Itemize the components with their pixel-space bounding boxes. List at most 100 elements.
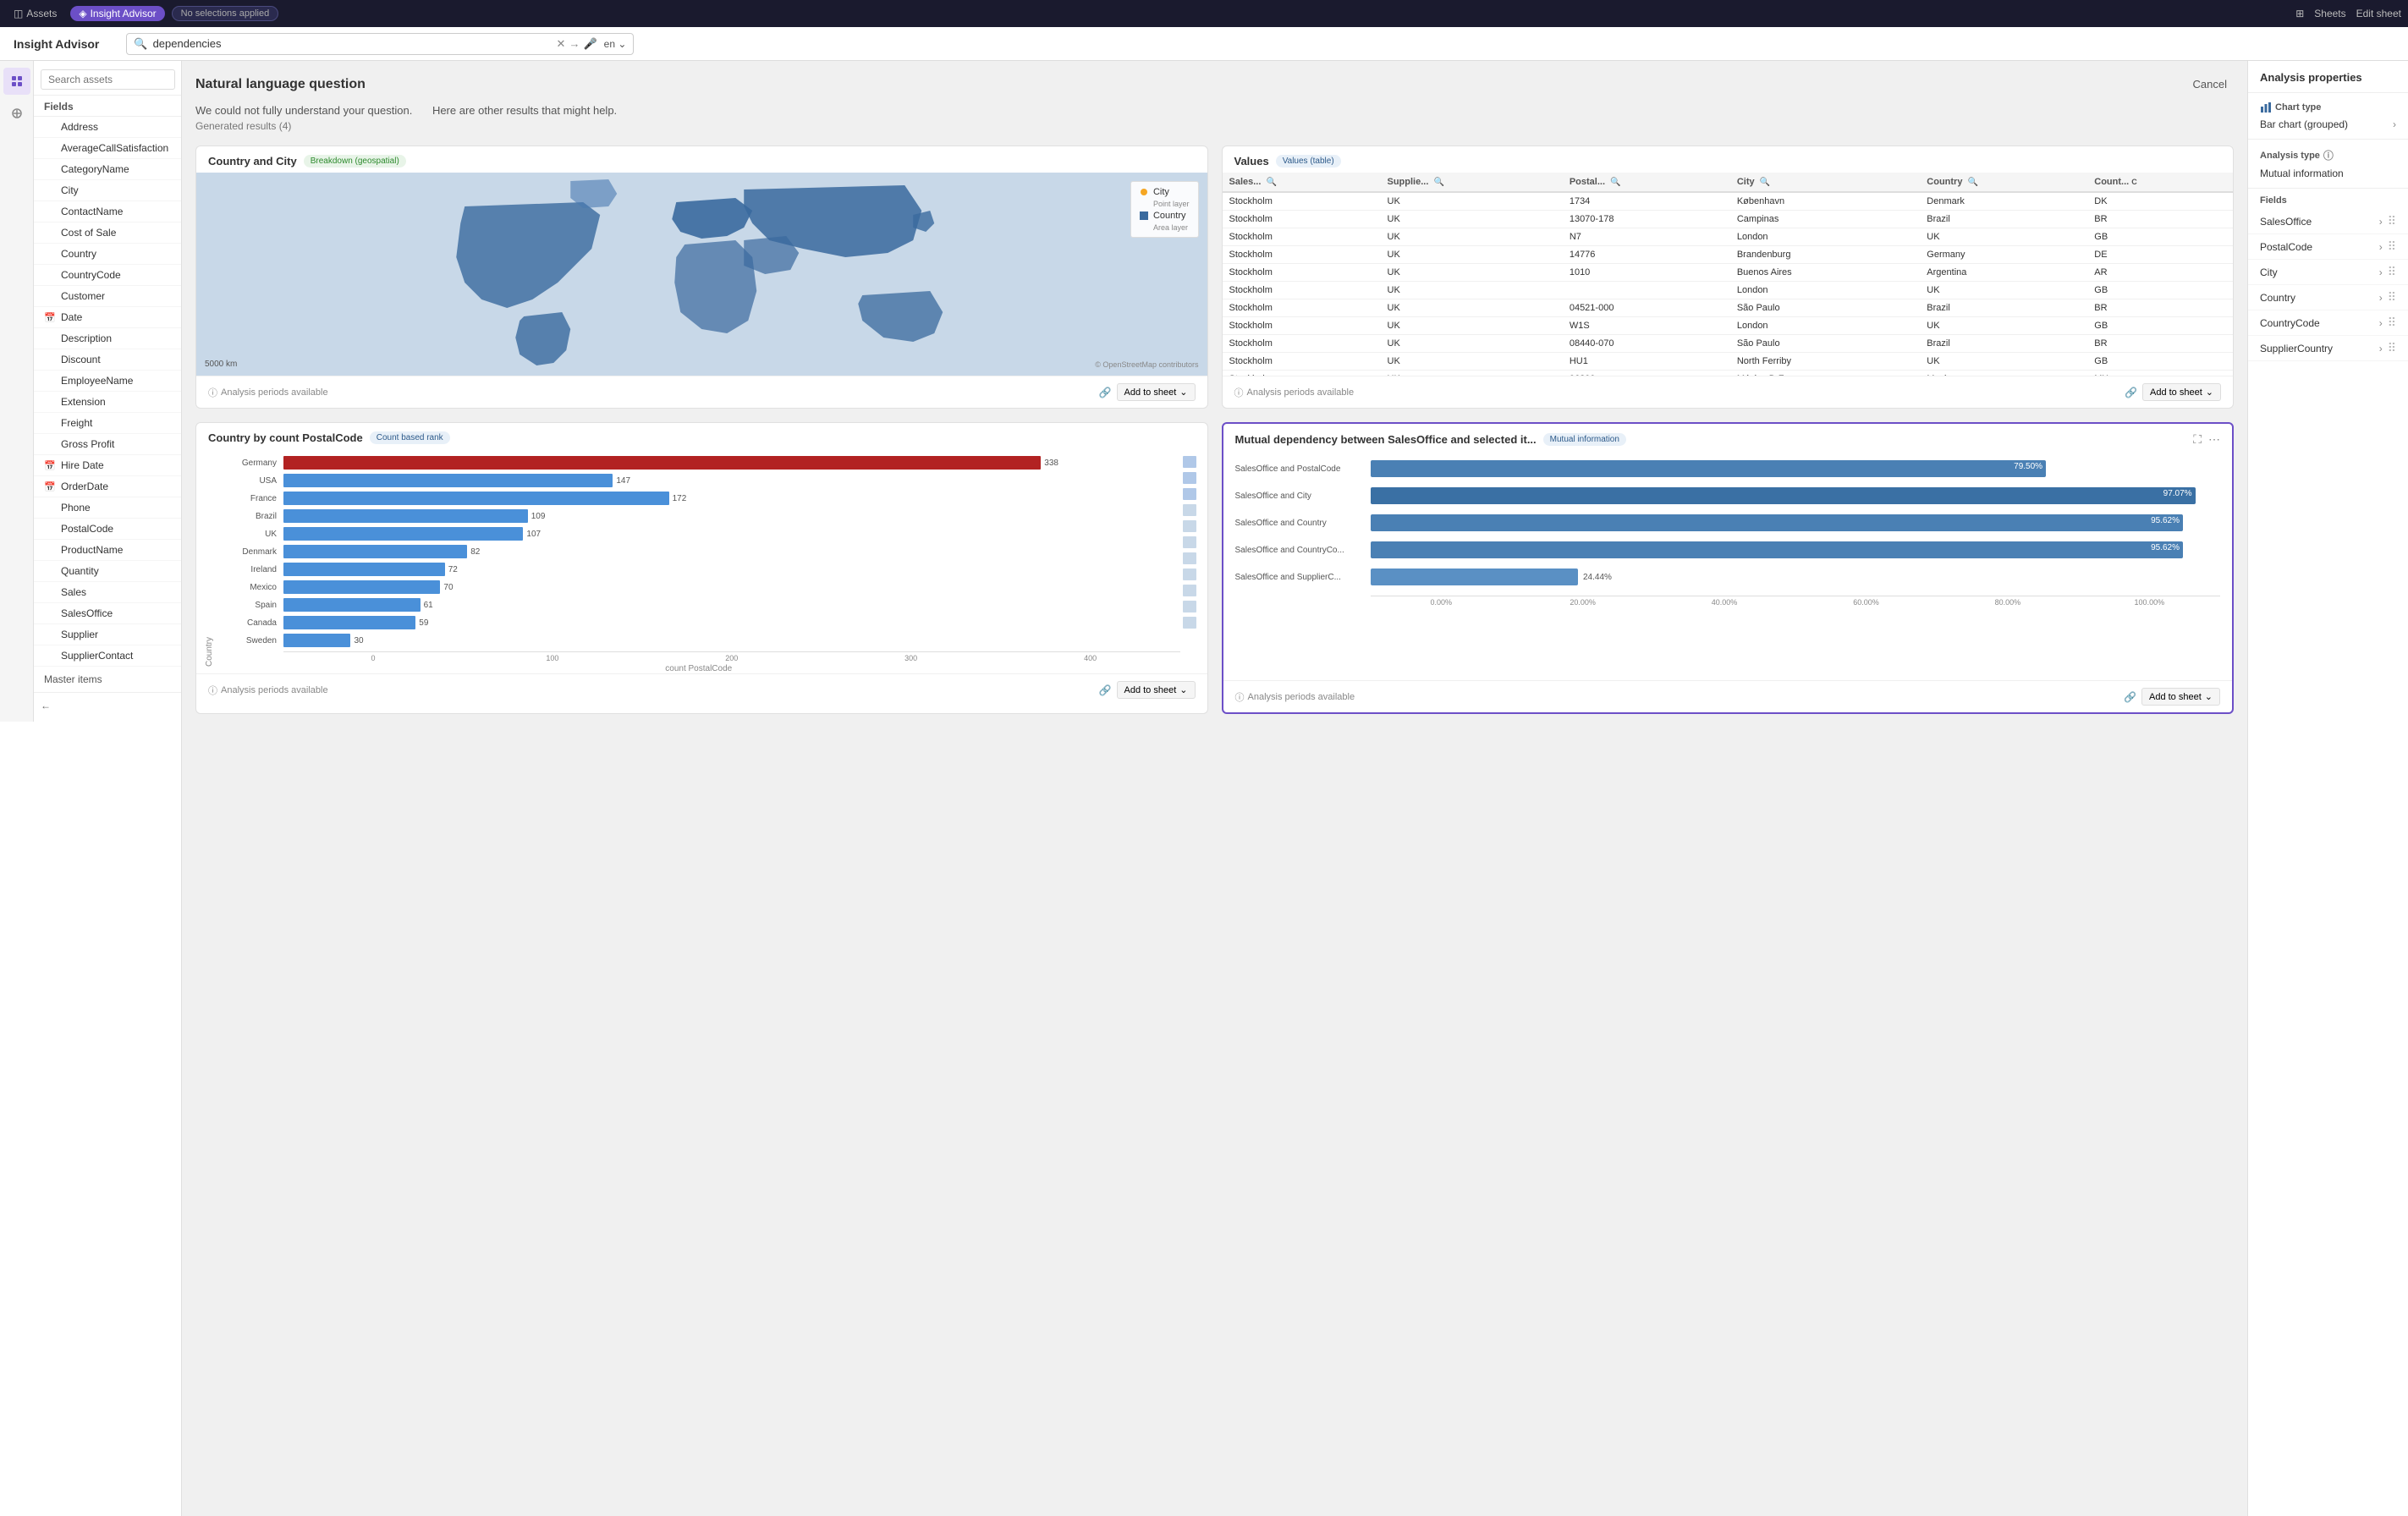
right-field-item-salesoffice[interactable]: SalesOffice › ⠿ [2248, 209, 2408, 234]
field-item-categoryname[interactable]: CategoryName [34, 159, 182, 180]
field-item-discount[interactable]: Discount [34, 349, 182, 371]
edit-sheet-label[interactable]: Edit sheet [2356, 8, 2401, 19]
sheets-label[interactable]: Sheets [2314, 8, 2345, 19]
drag-handle[interactable]: ⠿ [2388, 316, 2396, 330]
field-item-averagecallsatisfaction[interactable]: AverageCallSatisfaction [34, 138, 182, 159]
right-field-item-countrycode[interactable]: CountryCode › ⠿ [2248, 310, 2408, 336]
field-item-grossprofit[interactable]: Gross Profit [34, 434, 182, 455]
bar-wrap: 59 [283, 616, 1180, 629]
bar-wrap: 338 [283, 456, 1180, 470]
right-field-item-city[interactable]: City › ⠿ [2248, 260, 2408, 285]
bar-wrap: 72 [283, 563, 1180, 576]
field-item-supplier[interactable]: Supplier [34, 624, 182, 645]
close-icon[interactable]: ✕ [557, 37, 566, 51]
fields-icon[interactable] [3, 68, 30, 95]
field-label: Freight [61, 417, 92, 429]
field-label: OrderDate [61, 481, 108, 492]
drag-handle[interactable]: ⠿ [2388, 239, 2396, 254]
col-city: City 🔍 [1730, 173, 1920, 192]
mic-icon[interactable]: 🎤 [583, 37, 597, 51]
field-chevron[interactable]: › [2379, 292, 2383, 304]
language-selector[interactable]: en ⌄ [604, 38, 627, 50]
master-items-link[interactable]: Master items [34, 667, 182, 692]
right-field-item-suppliercountry[interactable]: SupplierCountry › ⠿ [2248, 336, 2408, 361]
sidebar-collapse[interactable]: ← [34, 692, 182, 718]
field-item-suppliercontact[interactable]: SupplierContact [34, 645, 182, 667]
search-assets-input[interactable] [41, 69, 175, 90]
field-item-customer[interactable]: Customer [34, 286, 182, 307]
field-item-hiredate[interactable]: 📅Hire Date [34, 455, 182, 476]
bar-value: 30 [354, 636, 363, 645]
bar-value: 72 [448, 565, 458, 574]
right-field-label: CountryCode [2260, 317, 2320, 329]
field-chevron[interactable]: › [2379, 317, 2383, 329]
field-item-city[interactable]: City [34, 180, 182, 201]
field-item-contactname[interactable]: ContactName [34, 201, 182, 222]
field-item-productname[interactable]: ProductName [34, 540, 182, 561]
field-item-phone[interactable]: Phone [34, 497, 182, 519]
field-item-description[interactable]: Description [34, 328, 182, 349]
mutual-value: 95.62% [2151, 543, 2180, 552]
search-input[interactable] [153, 37, 557, 50]
field-item-postalcode[interactable]: PostalCode [34, 519, 182, 540]
field-item-countrycode[interactable]: CountryCode [34, 265, 182, 286]
field-chevron[interactable]: › [2379, 266, 2383, 278]
mutual-bar: 95.62% [1371, 541, 2184, 558]
mini-bar [1183, 601, 1196, 612]
link-icon-mutual[interactable]: 🔗 [2124, 691, 2136, 703]
master-items-icon[interactable] [3, 100, 30, 127]
field-item-extension[interactable]: Extension [34, 392, 182, 413]
assets-nav-item[interactable]: ◫ Assets [7, 4, 63, 23]
field-item-employeename[interactable]: EmployeeName [34, 371, 182, 392]
mutual-bar-wrap: 95.62% [1371, 514, 2221, 531]
values-table-container[interactable]: Sales... 🔍 Supplie... 🔍 Postal... 🔍 City… [1223, 173, 2234, 376]
mini-bar [1183, 520, 1196, 532]
right-field-item-country[interactable]: Country › ⠿ [2248, 285, 2408, 310]
col-countrycode: Count... C [2087, 173, 2233, 192]
insight-advisor-nav-item[interactable]: ◈ Insight Advisor [70, 6, 164, 21]
field-item-salesoffice[interactable]: SalesOffice [34, 603, 182, 624]
chart-expand-btn[interactable]: ⛶ [2193, 432, 2202, 447]
values-table-head: Sales... 🔍 Supplie... 🔍 Postal... 🔍 City… [1223, 173, 2234, 192]
add-to-sheet-btn-map[interactable]: Add to sheet ⌄ [1117, 383, 1196, 401]
map-container[interactable]: City Point layer Country Area layer [196, 173, 1207, 376]
field-label: CountryCode [61, 269, 121, 281]
chart-header-mutual: Mutual dependency between SalesOffice an… [1223, 424, 2233, 452]
field-chevron[interactable]: › [2379, 241, 2383, 253]
add-to-sheet-btn-bar[interactable]: Add to sheet ⌄ [1117, 681, 1196, 699]
search-assets [34, 64, 182, 96]
add-to-sheet-btn-values[interactable]: Add to sheet ⌄ [2142, 383, 2221, 401]
field-item-costofsale[interactable]: Cost of Sale [34, 222, 182, 244]
field-item-country[interactable]: Country [34, 244, 182, 265]
col-postal: Postal... 🔍 [1563, 173, 1730, 192]
add-to-sheet-btn-mutual[interactable]: Add to sheet ⌄ [2141, 688, 2220, 706]
right-field-label: SalesOffice [2260, 216, 2312, 228]
drag-handle[interactable]: ⠿ [2388, 265, 2396, 279]
cancel-button[interactable]: Cancel [2186, 74, 2234, 94]
field-item-freight[interactable]: Freight [34, 413, 182, 434]
map-scale: 5000 km [205, 360, 237, 369]
field-item-address[interactable]: Address [34, 117, 182, 138]
bar-label: Denmark [217, 547, 277, 557]
left-sidebar: Fields AddressAverageCallSatisfactionCat… [0, 61, 182, 1516]
field-chevron[interactable]: › [2379, 216, 2383, 228]
drag-handle[interactable]: ⠿ [2388, 290, 2396, 305]
field-item-quantity[interactable]: Quantity [34, 561, 182, 582]
field-chevron[interactable]: › [2379, 343, 2383, 354]
top-nav-right: ⊞ Sheets Edit sheet [2295, 8, 2401, 19]
link-icon-map[interactable]: 🔗 [1099, 387, 1112, 398]
field-item-sales[interactable]: Sales [34, 582, 182, 603]
chart-title-values: Values [1234, 155, 1269, 168]
chart-more-btn[interactable]: ⋯ [2208, 432, 2220, 447]
right-field-item-postalcode[interactable]: PostalCode › ⠿ [2248, 234, 2408, 260]
analysis-type-info-icon[interactable]: ⓘ [2323, 148, 2334, 162]
right-field-controls: › ⠿ [2379, 341, 2396, 355]
link-icon-values[interactable]: 🔗 [2125, 387, 2137, 398]
field-item-orderdate[interactable]: 📅 OrderDate [34, 476, 182, 497]
link-icon-bar[interactable]: 🔗 [1099, 684, 1112, 696]
field-item-date[interactable]: 📅Date [34, 307, 182, 328]
drag-handle[interactable]: ⠿ [2388, 341, 2396, 355]
drag-handle[interactable]: ⠿ [2388, 214, 2396, 228]
calendar-icon: 📅 [44, 481, 56, 492]
chart-type-value[interactable]: Bar chart (grouped) › [2260, 118, 2396, 130]
